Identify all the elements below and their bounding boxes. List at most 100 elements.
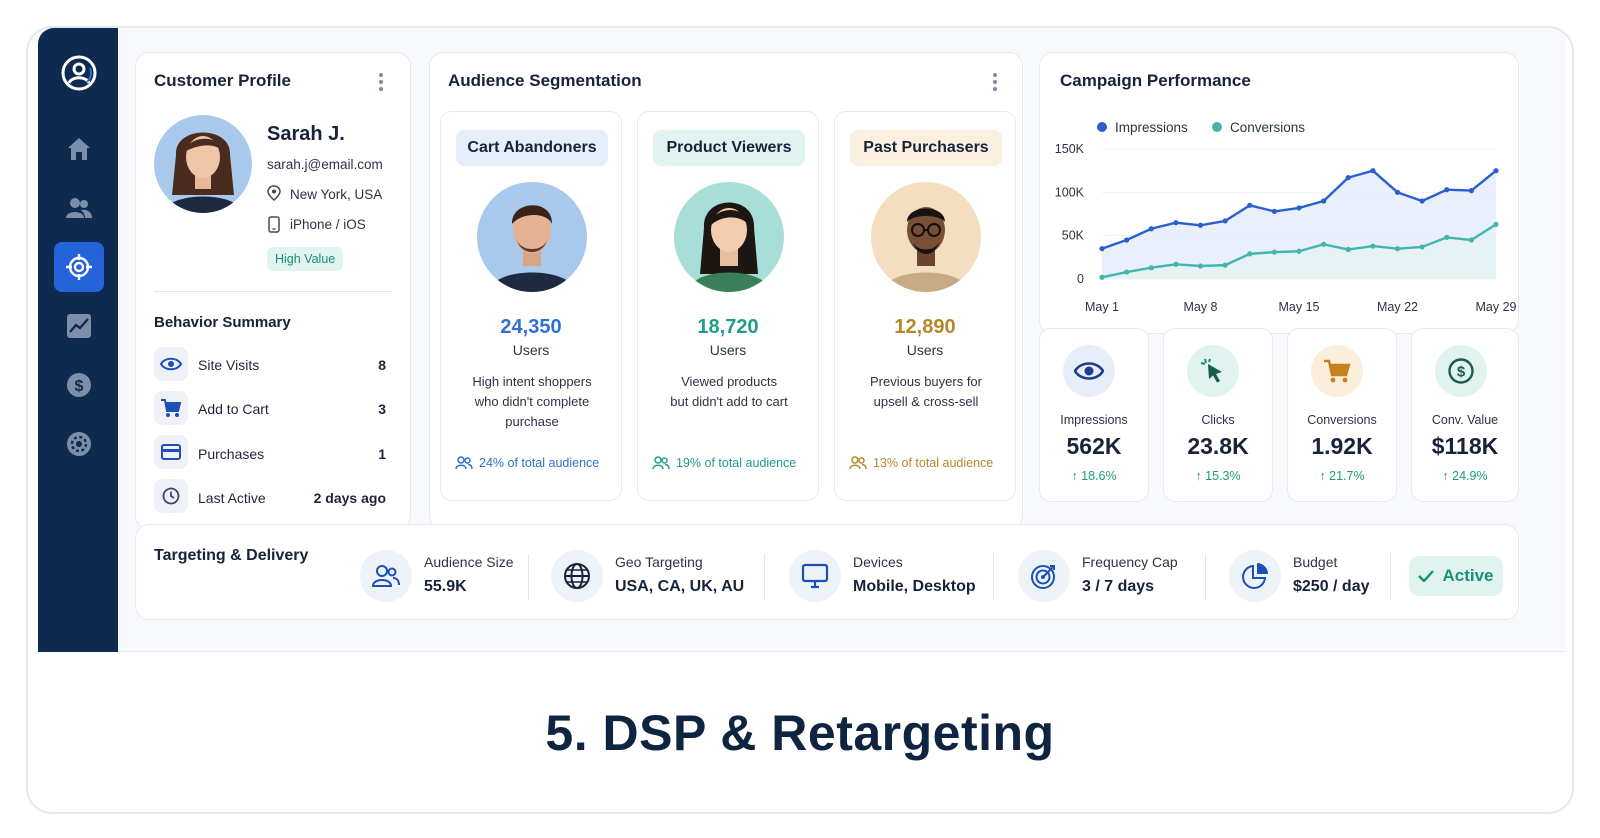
segment-name: Cart Abandoners xyxy=(456,130,608,166)
data-point xyxy=(1271,249,1277,255)
segment-unit: Users xyxy=(709,342,747,358)
legend-label: Conversions xyxy=(1230,120,1305,135)
y-tick-label: 150K xyxy=(1055,142,1085,156)
more-options-icon[interactable] xyxy=(379,73,383,91)
targeting-value: USA, CA, UK, AU xyxy=(615,578,745,595)
targeting-icon xyxy=(360,550,412,602)
segment-share-text: 24% of total audience xyxy=(479,456,600,470)
sidebar-item-settings[interactable] xyxy=(54,419,104,469)
settings-icon xyxy=(67,432,91,456)
audience-segmentation-card: Audience Segmentation Cart Abandoners 24… xyxy=(429,52,1023,530)
legend-marker xyxy=(1097,122,1107,132)
card-title: Targeting & Delivery xyxy=(154,547,309,564)
data-point xyxy=(1124,269,1130,275)
segment-description-line: upsell & cross-sell xyxy=(873,394,979,409)
cart-icon xyxy=(161,399,182,417)
card-title: Customer Profile xyxy=(154,71,291,90)
data-point xyxy=(1468,237,1474,243)
metric-icon xyxy=(1311,345,1363,397)
cart-icon xyxy=(1324,359,1351,383)
segment-share: 13% of total audience xyxy=(849,456,993,470)
sidebar-item-billing[interactable]: $ xyxy=(54,360,104,410)
metric-icon: $ xyxy=(1435,345,1487,397)
segment-share-text: 19% of total audience xyxy=(676,456,797,470)
segment-count: 12,890 xyxy=(894,316,956,338)
arrow-up-icon: ↑ xyxy=(1319,469,1330,483)
data-point xyxy=(1222,262,1228,268)
targeting-value: 3 / 7 days xyxy=(1082,578,1155,595)
data-point xyxy=(1394,246,1401,252)
metric-value: 23.8K xyxy=(1187,433,1249,459)
divider xyxy=(154,291,392,292)
segment-description-line: purchase xyxy=(505,414,559,429)
metric-value: $118K xyxy=(1431,433,1499,459)
targeting-label: Geo Targeting xyxy=(615,554,703,570)
dollar-icon: $ xyxy=(67,373,91,397)
data-point xyxy=(1444,187,1450,193)
targeting-icon xyxy=(789,550,841,602)
metric-delta-value: 21.7% xyxy=(1329,469,1365,483)
targeting-value: $250 / day xyxy=(1293,578,1370,595)
phone-icon xyxy=(268,216,280,233)
segment-description: Previous buyers for upsell & cross-sell xyxy=(845,372,1007,412)
segment-description-line: High intent shoppers xyxy=(472,374,592,389)
more-options-icon[interactable] xyxy=(993,73,997,91)
divider xyxy=(1205,554,1206,600)
segment-name: Past Purchasers xyxy=(850,130,1002,166)
slide-frame: $ Customer Profile Sarah J. sarah.j@emai… xyxy=(26,26,1574,814)
data-point xyxy=(1099,274,1105,280)
y-tick-label: 100K xyxy=(1055,185,1085,199)
segment-card-cart-abandoners[interactable]: Cart Abandoners 24,350 Users High intent… xyxy=(440,111,622,501)
data-point xyxy=(1394,189,1401,195)
metric-delta: ↑ 15.3% xyxy=(1164,469,1272,483)
arrow-up-icon: ↑ xyxy=(1071,469,1082,483)
segment-description-line: who didn't complete xyxy=(474,394,590,409)
status-text: Active xyxy=(1442,566,1494,585)
segment-description-line: Previous buyers for xyxy=(870,374,982,389)
behavior-label: Purchases xyxy=(198,446,265,462)
customer-profile-card: Customer Profile Sarah J. sarah.j@email.… xyxy=(135,52,411,530)
check-icon xyxy=(1418,570,1435,582)
metric-value: 562K xyxy=(1066,433,1122,459)
profile-logo-icon[interactable] xyxy=(60,54,98,92)
behavior-value: 8 xyxy=(378,357,386,373)
man-with-glasses-avatar-icon xyxy=(883,207,969,292)
data-point xyxy=(1124,237,1130,243)
segment-card-product-viewers[interactable]: Product Viewers 18,720 Users Viewed prod… xyxy=(637,111,819,501)
svg-text:$: $ xyxy=(75,378,84,395)
users-icon xyxy=(455,456,473,470)
data-point xyxy=(1493,168,1499,174)
segment-count: 24,350 xyxy=(500,316,562,338)
data-point xyxy=(1173,220,1179,226)
sidebar-item-analytics[interactable] xyxy=(54,301,104,351)
segment-card-past-purchasers[interactable]: Past Purchasers 12,890 Users Previous bu… xyxy=(834,111,1016,501)
customer-name: Sarah J. xyxy=(267,123,345,145)
x-tick-label: May 1 xyxy=(1085,300,1119,314)
svg-text:$: $ xyxy=(1457,364,1466,381)
segment-count: 18,720 xyxy=(697,316,759,338)
metric-tile-conversions: Conversions 1.92K ↑ 21.7% xyxy=(1287,328,1397,502)
metric-delta: ↑ 21.7% xyxy=(1288,469,1396,483)
card-title: Audience Segmentation xyxy=(448,71,642,90)
sidebar-item-targeting[interactable] xyxy=(54,242,104,292)
targeting-value: Mobile, Desktop xyxy=(853,578,976,595)
behavior-icon-last-active xyxy=(154,479,188,513)
cursor-click-icon xyxy=(1200,358,1222,383)
users-icon xyxy=(66,198,92,218)
data-point xyxy=(1419,198,1425,204)
customer-device: iPhone / iOS xyxy=(290,217,366,232)
sidebar-item-home[interactable] xyxy=(54,124,104,174)
card-title: Campaign Performance xyxy=(1060,71,1251,90)
data-point xyxy=(1321,241,1327,247)
x-tick-label: May 22 xyxy=(1377,300,1418,314)
status-badge-active[interactable]: Active xyxy=(1409,556,1503,596)
sidebar-item-audiences[interactable] xyxy=(54,183,104,233)
x-tick-label: May 8 xyxy=(1183,300,1217,314)
y-tick-label: 50K xyxy=(1062,229,1085,243)
x-tick-label: May 15 xyxy=(1279,300,1320,314)
metric-label: Clicks xyxy=(1201,413,1235,427)
dollar-circle-icon: $ xyxy=(1448,358,1474,384)
segment-unit: Users xyxy=(512,342,550,358)
users-icon xyxy=(372,565,400,587)
home-icon xyxy=(68,138,90,160)
